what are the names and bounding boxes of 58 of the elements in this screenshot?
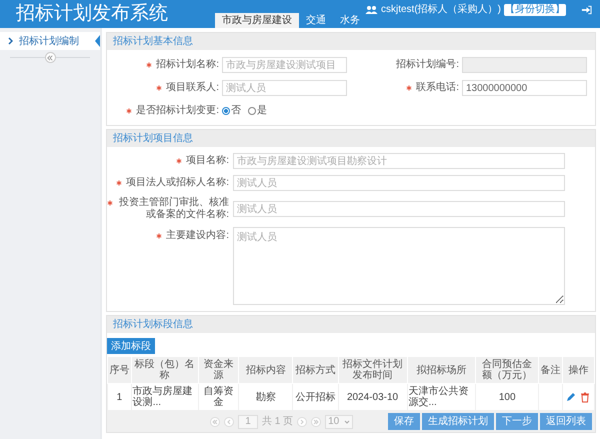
field-label: 招标计划名称: bbox=[156, 59, 219, 71]
page-count: 共 1 页 bbox=[262, 414, 294, 429]
field-label: 联系电话: bbox=[416, 82, 459, 94]
required-mark-icon bbox=[156, 233, 162, 239]
field-label: 项目名称: bbox=[186, 155, 229, 167]
text-field[interactable]: 13000000000 bbox=[462, 80, 587, 96]
edit-icon[interactable] bbox=[566, 392, 576, 402]
text-field[interactable]: 市政与房屋建设测试项目勘察设计 bbox=[233, 153, 565, 169]
last-page-icon[interactable] bbox=[311, 416, 322, 426]
required-mark-icon bbox=[176, 158, 182, 164]
field-label: 是否招标计划变更: bbox=[136, 104, 219, 116]
action-button[interactable]: 生成招标计划 bbox=[422, 413, 494, 430]
page-number-field[interactable]: 1 bbox=[238, 414, 258, 428]
collapse-button[interactable] bbox=[44, 52, 56, 63]
caret-icon bbox=[344, 420, 350, 424]
radio-option[interactable]: 是 bbox=[248, 103, 267, 118]
text-field[interactable]: 市政与房屋建设测试项目 bbox=[222, 57, 347, 73]
text-field[interactable]: 测试人员 bbox=[222, 80, 347, 96]
required-mark-icon bbox=[156, 85, 162, 91]
selection-pointer-icon bbox=[95, 35, 100, 47]
section-title: 招标计划基本信息 bbox=[113, 34, 193, 49]
field-label: 招标计划编号: bbox=[396, 59, 459, 71]
required-mark-icon bbox=[126, 108, 132, 114]
required-mark-icon bbox=[107, 200, 113, 206]
column-header: 序号 bbox=[108, 356, 132, 384]
section-title: 招标计划标段信息 bbox=[113, 318, 193, 332]
first-page-icon[interactable] bbox=[210, 416, 220, 426]
action-button[interactable]: 保存 bbox=[388, 413, 420, 430]
identity-switch-button[interactable]: 【身份切换】 bbox=[504, 4, 566, 16]
action-button[interactable]: 返回列表 bbox=[540, 413, 592, 430]
chevron-icon bbox=[8, 37, 13, 45]
category-tab[interactable]: 交通 bbox=[299, 13, 333, 28]
radio-option[interactable]: 否 bbox=[222, 103, 241, 118]
app-title: 招标计划发布系统 bbox=[15, 2, 169, 26]
delete-icon[interactable] bbox=[580, 392, 590, 402]
page-size-select[interactable]: 10 bbox=[325, 414, 354, 428]
required-mark-icon bbox=[406, 85, 412, 91]
field-label: 项目联系人: bbox=[166, 82, 219, 94]
action-button[interactable]: 下一步 bbox=[496, 413, 538, 430]
double-chevron-icon bbox=[47, 54, 53, 60]
previous-page-icon[interactable] bbox=[224, 416, 234, 426]
text-field[interactable]: 测试人员 bbox=[233, 175, 565, 191]
field-label: 项目法人或招标人名称: bbox=[126, 177, 229, 189]
required-mark-icon bbox=[116, 180, 122, 186]
add-section-button[interactable]: 添加标段 bbox=[107, 338, 155, 354]
category-tab[interactable]: 市政与房屋建设 bbox=[215, 13, 299, 28]
sidebar-item[interactable]: 招标计划编制 bbox=[0, 32, 100, 50]
section-title: 招标计划项目信息 bbox=[113, 132, 193, 146]
logout-icon bbox=[581, 4, 592, 14]
user-name: cskjtest(招标人（采购人）) bbox=[381, 2, 501, 17]
category-tab[interactable]: 水务 bbox=[333, 13, 367, 28]
text-field[interactable]: 测试人员 bbox=[233, 201, 565, 217]
required-mark-icon bbox=[146, 62, 152, 68]
next-page-icon[interactable] bbox=[297, 416, 308, 426]
field-label: 主要建设内容: bbox=[166, 230, 229, 242]
field-label: 投资主管部门审批、核准或备案的文件名称: bbox=[118, 197, 229, 221]
users-icon bbox=[365, 5, 378, 14]
text-area[interactable]: 测试人员 bbox=[233, 227, 565, 305]
